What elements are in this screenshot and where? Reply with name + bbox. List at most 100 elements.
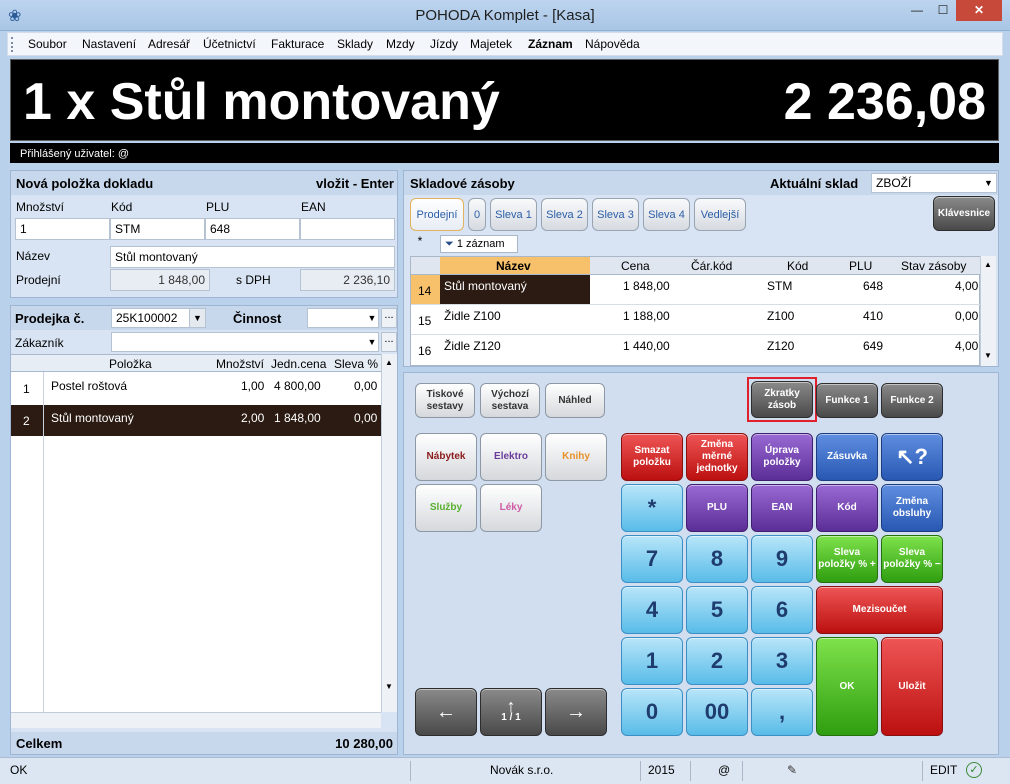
tab-sleva-4[interactable]: Sleva 4 bbox=[643, 198, 690, 231]
qty-field[interactable]: 1 bbox=[15, 218, 110, 240]
tab-prodejni[interactable]: Prodejní bbox=[410, 198, 464, 231]
edit-item-button[interactable]: Úprava položky bbox=[751, 433, 813, 481]
arrow-right-button[interactable]: → bbox=[545, 688, 607, 736]
scroll-up-icon[interactable]: ▲ bbox=[385, 358, 393, 367]
digit-3[interactable]: 3 bbox=[751, 637, 813, 685]
insert-enter-hint[interactable]: vložit - Enter bbox=[316, 176, 394, 191]
discount-plus-button[interactable]: Sleva položky % + bbox=[816, 535, 878, 583]
decimal-comma-key[interactable]: , bbox=[751, 688, 813, 736]
digit-5[interactable]: 5 bbox=[686, 586, 748, 634]
digit-1[interactable]: 1 bbox=[621, 637, 683, 685]
minimize-button[interactable]: — bbox=[904, 0, 930, 21]
plu-key[interactable]: PLU bbox=[686, 484, 748, 532]
delete-item-button[interactable]: Smazat položku bbox=[621, 433, 683, 481]
group-knihy[interactable]: Knihy bbox=[545, 433, 607, 481]
col-barcode[interactable]: Čár.kód bbox=[691, 259, 732, 273]
tab-sleva-1[interactable]: Sleva 1 bbox=[490, 198, 537, 231]
tab-vedlejsi[interactable]: Vedlejší bbox=[694, 198, 746, 231]
col-qty[interactable]: Množství bbox=[216, 357, 264, 371]
chevron-down-icon[interactable]: ▼ bbox=[365, 309, 379, 327]
col-kod[interactable]: Kód bbox=[787, 259, 808, 273]
plu-field[interactable]: 648 bbox=[205, 218, 300, 240]
receipt-hscrollbar[interactable] bbox=[11, 712, 381, 728]
activity-more-button[interactable]: ... bbox=[381, 308, 397, 328]
digit-6[interactable]: 6 bbox=[751, 586, 813, 634]
stock-shortcuts-button[interactable]: Zkratky zásob bbox=[751, 381, 813, 418]
digit-0[interactable]: 0 bbox=[621, 688, 683, 736]
ean-key[interactable]: EAN bbox=[751, 484, 813, 532]
drawer-button[interactable]: Zásuvka bbox=[816, 433, 878, 481]
change-unit-button[interactable]: Změna měrné jednotky bbox=[686, 433, 748, 481]
star-key[interactable]: * bbox=[621, 484, 683, 532]
tab-sleva-3[interactable]: Sleva 3 bbox=[592, 198, 639, 231]
tab-0[interactable]: 0 bbox=[468, 198, 486, 231]
menu-adresar[interactable]: Adresář bbox=[148, 37, 190, 51]
filter-star[interactable]: * bbox=[410, 234, 430, 252]
digit-00[interactable]: 00 bbox=[686, 688, 748, 736]
group-elektro[interactable]: Elektro bbox=[480, 433, 542, 481]
name-field[interactable]: Stůl montovaný bbox=[110, 246, 395, 268]
change-operator-button[interactable]: Změna obsluhy bbox=[881, 484, 943, 532]
menu-mzdy[interactable]: Mzdy bbox=[386, 37, 415, 51]
digit-8[interactable]: 8 bbox=[686, 535, 748, 583]
filter-tag[interactable]: ⏷ 1 záznam bbox=[440, 235, 518, 253]
preview-button[interactable]: Náhled bbox=[545, 383, 605, 418]
menu-ucetnictvi[interactable]: Účetnictví bbox=[203, 37, 256, 51]
scroll-down-icon[interactable]: ▼ bbox=[385, 682, 393, 691]
digit-2[interactable]: 2 bbox=[686, 637, 748, 685]
page-up-button[interactable]: ↑ 1 / 1 bbox=[480, 688, 542, 736]
chevron-down-icon[interactable]: ▼ bbox=[981, 174, 996, 192]
maximize-button[interactable]: ☐ bbox=[930, 0, 956, 21]
warehouse-select[interactable]: ZBOŽÍ bbox=[871, 173, 997, 193]
scroll-down-icon[interactable]: ▼ bbox=[984, 351, 992, 360]
help-button[interactable]: ↖? bbox=[881, 433, 943, 481]
stock-scrollbar[interactable]: ▲ ▼ bbox=[980, 256, 996, 366]
group-leky[interactable]: Léky bbox=[480, 484, 542, 532]
save-button[interactable]: Uložit bbox=[881, 637, 943, 736]
code-field[interactable]: STM bbox=[110, 218, 205, 240]
menu-sklady[interactable]: Sklady bbox=[337, 37, 373, 51]
subtotal-button[interactable]: Mezisoučet bbox=[816, 586, 943, 634]
menu-napoveda[interactable]: Nápověda bbox=[585, 37, 640, 51]
code-key[interactable]: Kód bbox=[816, 484, 878, 532]
tab-sleva-2[interactable]: Sleva 2 bbox=[541, 198, 588, 231]
table-row[interactable]: 14 Stůl montovaný 1 848,00 STM 648 4,00 bbox=[411, 275, 981, 305]
table-row[interactable]: 15 Židle Z100 1 188,00 Z100 410 0,00 bbox=[411, 305, 981, 335]
scroll-up-icon[interactable]: ▲ bbox=[984, 260, 992, 269]
col-price[interactable]: Jedn.cena bbox=[271, 357, 326, 371]
col-stock[interactable]: Stav zásoby bbox=[901, 259, 966, 273]
table-row-selected[interactable]: 2 Stůl montovaný 2,00 1 848,00 0,00 bbox=[11, 405, 381, 436]
digit-7[interactable]: 7 bbox=[621, 535, 683, 583]
arrow-left-button[interactable]: ← bbox=[415, 688, 477, 736]
print-reports-button[interactable]: Tiskové sestavy bbox=[415, 383, 475, 418]
digit-4[interactable]: 4 bbox=[621, 586, 683, 634]
menu-majetek[interactable]: Majetek bbox=[470, 37, 512, 51]
col-cena[interactable]: Cena bbox=[621, 259, 650, 273]
function-2-button[interactable]: Funkce 2 bbox=[881, 383, 943, 418]
col-item[interactable]: Položka bbox=[109, 357, 152, 371]
ok-button[interactable]: OK bbox=[816, 637, 878, 736]
close-button[interactable]: ✕ bbox=[956, 0, 1002, 21]
group-sluzby[interactable]: Služby bbox=[415, 484, 477, 532]
receipt-scrollbar[interactable]: ▲ ▼ bbox=[381, 354, 397, 712]
chevron-down-icon[interactable]: ▼ bbox=[189, 309, 205, 327]
table-row[interactable]: 16 Židle Z120 1 440,00 Z120 649 4,00 bbox=[411, 335, 981, 365]
keyboard-button[interactable]: Klávesnice bbox=[933, 196, 995, 231]
default-report-button[interactable]: Výchozí sestava bbox=[480, 383, 540, 418]
digit-9[interactable]: 9 bbox=[751, 535, 813, 583]
menu-jizdy[interactable]: Jízdy bbox=[430, 37, 458, 51]
col-discount[interactable]: Sleva % bbox=[334, 357, 378, 371]
table-row[interactable]: 1 Postel roštová 1,00 4 800,00 0,00 bbox=[11, 373, 381, 404]
chevron-down-icon[interactable]: ▼ bbox=[365, 333, 379, 351]
ean-field[interactable] bbox=[300, 218, 395, 240]
discount-minus-button[interactable]: Sleva položky % − bbox=[881, 535, 943, 583]
menu-zaznam[interactable]: Záznam bbox=[528, 37, 573, 51]
col-plu[interactable]: PLU bbox=[849, 259, 872, 273]
menu-fakturace[interactable]: Fakturace bbox=[271, 37, 324, 51]
col-name[interactable]: Název bbox=[496, 259, 531, 273]
group-nabytek[interactable]: Nábytek bbox=[415, 433, 477, 481]
customer-select[interactable] bbox=[111, 332, 379, 352]
menu-soubor[interactable]: Soubor bbox=[28, 37, 67, 51]
customer-more-button[interactable]: ... bbox=[381, 332, 397, 352]
menu-nastaveni[interactable]: Nastavení bbox=[82, 37, 136, 51]
